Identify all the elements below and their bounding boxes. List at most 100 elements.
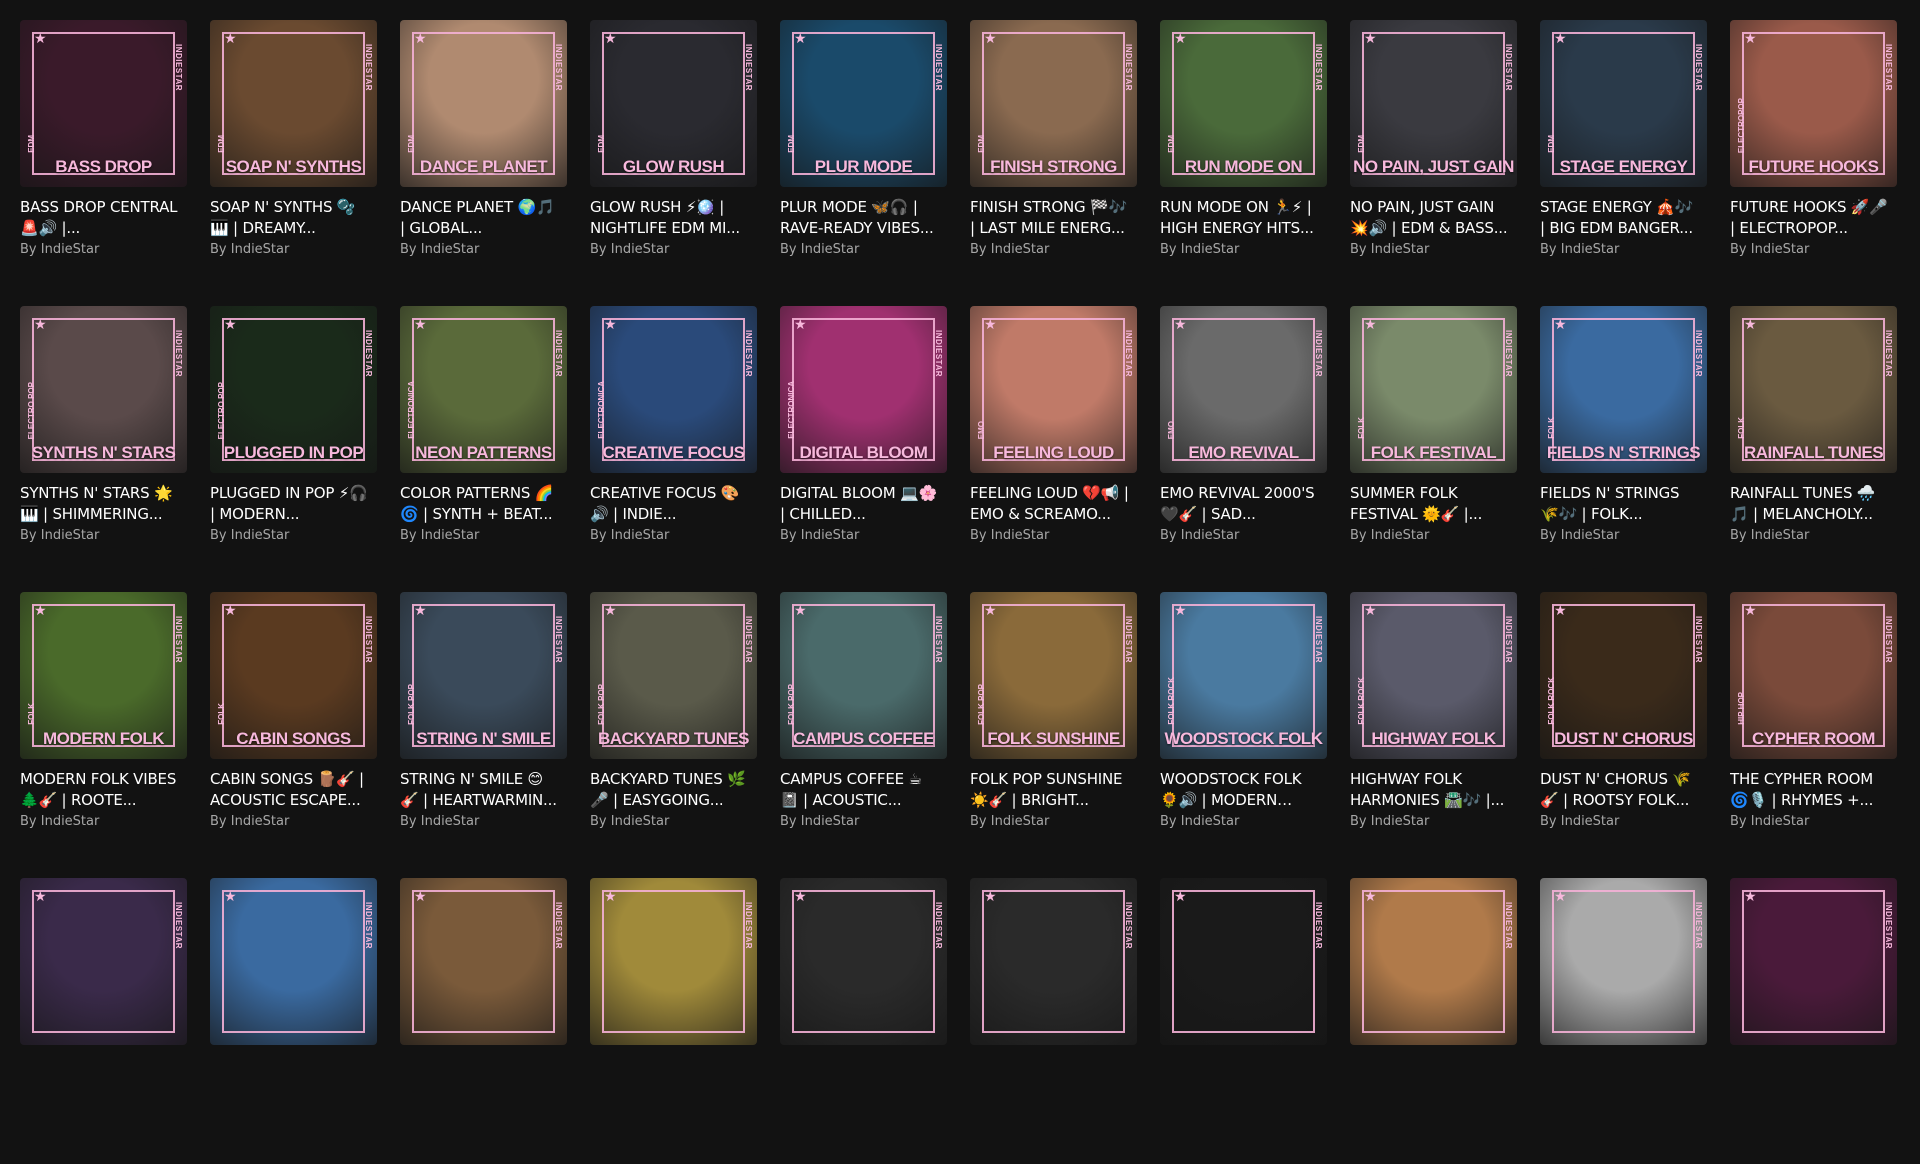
playlist-cover-image[interactable]: ★ INDIESTAR FOLK FIELDS N' STRINGS [1540,306,1707,473]
playlist-cover-image[interactable]: ★ INDIESTAR EDM BASS DROP [20,20,187,187]
playlist-author[interactable]: By IndieStar [1160,527,1327,545]
playlist-title[interactable] [1160,1055,1320,1097]
playlist-title[interactable]: BACKYARD TUNES 🌿🎤 | EASYGOING... [590,769,750,811]
playlist-author[interactable]: By IndieStar [1350,813,1517,831]
playlist-title[interactable]: DANCE PLANET 🌍🎵 | GLOBAL... [400,197,560,239]
playlist-title[interactable]: DUST N' CHORUS 🌾🎸 | ROOTSY FOLK... [1540,769,1700,811]
playlist-card[interactable]: ★ INDIESTAR FOLK FOLK FESTIVAL SUMMER FO… [1350,306,1517,592]
playlist-card[interactable]: ★ INDIESTAR EMO FEELING LOUD FEELING LOU… [970,306,1137,592]
playlist-cover-image[interactable]: ★ INDIESTAR EDM GLOW RUSH [590,20,757,187]
playlist-card[interactable]: ★ INDIESTAR [780,878,947,1164]
playlist-cover-image[interactable]: ★ INDIESTAR EDM PLUR MODE [780,20,947,187]
playlist-card[interactable]: ★ INDIESTAR FOLK ROCK WOODSTOCK FOLK WOO… [1160,592,1327,878]
playlist-cover-image[interactable]: ★ INDIESTAR [20,878,187,1045]
playlist-card[interactable]: ★ INDIESTAR EDM SOAP N' SYNTHS SOAP N' S… [210,20,377,306]
playlist-card[interactable]: ★ INDIESTAR FOLK ROCK HIGHWAY FOLK HIGHW… [1350,592,1517,878]
playlist-card[interactable]: ★ INDIESTAR ELECTRONICA DIGITAL BLOOM DI… [780,306,947,592]
playlist-card[interactable]: ★ INDIESTAR EDM RUN MODE ON RUN MODE ON … [1160,20,1327,306]
playlist-title[interactable] [1540,1055,1700,1097]
playlist-title[interactable]: PLUR MODE 🦋🎧 | RAVE-READY VIBES... [780,197,940,239]
playlist-card[interactable]: ★ INDIESTAR ELECTRO POP SYNTHS N' STARS … [20,306,187,592]
playlist-title[interactable] [590,1055,750,1097]
playlist-author[interactable]: By IndieStar [780,527,947,545]
playlist-author[interactable]: By IndieStar [590,527,757,545]
playlist-card[interactable]: ★ INDIESTAR EDM DANCE PLANET DANCE PLANE… [400,20,567,306]
playlist-cover-image[interactable]: ★ INDIESTAR EDM STAGE ENERGY [1540,20,1707,187]
playlist-cover-image[interactable]: ★ INDIESTAR EMO FEELING LOUD [970,306,1137,473]
playlist-title[interactable]: FEELING LOUD 💔📢 | EMO & SCREAMO... [970,483,1130,525]
playlist-title[interactable]: EMO REVIVAL 2000'S 🖤🎸 | SAD... [1160,483,1320,525]
playlist-author[interactable]: By IndieStar [1540,527,1707,545]
playlist-card[interactable]: ★ INDIESTAR EDM FINISH STRONG FINISH STR… [970,20,1137,306]
playlist-author[interactable]: By IndieStar [1730,813,1897,831]
playlist-author[interactable]: By IndieStar [1540,813,1707,831]
playlist-cover-image[interactable]: ★ INDIESTAR EDM FINISH STRONG [970,20,1137,187]
playlist-card[interactable]: ★ INDIESTAR EMO EMO REVIVAL EMO REVIVAL … [1160,306,1327,592]
playlist-title[interactable]: FIELDS N' STRINGS 🌾🎶 | FOLK... [1540,483,1700,525]
playlist-title[interactable]: SOAP N' SYNTHS 🫧🎹 | DREAMY... [210,197,370,239]
playlist-card[interactable]: ★ INDIESTAR EDM NO PAIN, JUST GAIN NO PA… [1350,20,1517,306]
playlist-author[interactable]: By IndieStar [780,813,947,831]
playlist-cover-image[interactable]: ★ INDIESTAR ELECTRONICA NEON PATTERNS [400,306,567,473]
playlist-cover-image[interactable]: ★ INDIESTAR FOLK CABIN SONGS [210,592,377,759]
playlist-author[interactable]: By IndieStar [20,527,187,545]
playlist-cover-image[interactable]: ★ INDIESTAR ELECTRONICA DIGITAL BLOOM [780,306,947,473]
playlist-card[interactable]: ★ INDIESTAR FOLK CABIN SONGS CABIN SONGS… [210,592,377,878]
playlist-cover-image[interactable]: ★ INDIESTAR ELECTRONICA CREATIVE FOCUS [590,306,757,473]
playlist-author[interactable]: By IndieStar [210,813,377,831]
playlist-author[interactable]: By IndieStar [1730,241,1897,259]
playlist-card[interactable]: ★ INDIESTAR [970,878,1137,1164]
playlist-author[interactable]: By IndieStar [1160,813,1327,831]
playlist-cover-image[interactable]: ★ INDIESTAR FOLK POP FOLK SUNSHINE [970,592,1137,759]
playlist-cover-image[interactable]: ★ INDIESTAR EDM NO PAIN, JUST GAIN [1350,20,1517,187]
playlist-cover-image[interactable]: ★ INDIESTAR FOLK RAINFALL TUNES [1730,306,1897,473]
playlist-card[interactable]: ★ INDIESTAR EDM GLOW RUSH GLOW RUSH ⚡🪩 |… [590,20,757,306]
playlist-card[interactable]: ★ INDIESTAR [400,878,567,1164]
playlist-cover-image[interactable]: ★ INDIESTAR [590,878,757,1045]
playlist-title[interactable]: THE CYPHER ROOM 🌀🎙️ | RHYMES +... [1730,769,1890,811]
playlist-cover-image[interactable]: ★ INDIESTAR FOLK ROCK HIGHWAY FOLK [1350,592,1517,759]
playlist-cover-image[interactable]: ★ INDIESTAR [1350,878,1517,1045]
playlist-cover-image[interactable]: ★ INDIESTAR FOLK ROCK DUST N' CHORUS [1540,592,1707,759]
playlist-title[interactable] [1350,1055,1510,1097]
playlist-cover-image[interactable]: ★ INDIESTAR FOLK MODERN FOLK [20,592,187,759]
playlist-cover-image[interactable]: ★ INDIESTAR EDM DANCE PLANET [400,20,567,187]
playlist-title[interactable] [1730,1055,1890,1097]
playlist-cover-image[interactable]: ★ INDIESTAR [210,878,377,1045]
playlist-title[interactable] [210,1055,370,1097]
playlist-card[interactable]: ★ INDIESTAR [590,878,757,1164]
playlist-cover-image[interactable]: ★ INDIESTAR [1540,878,1707,1045]
playlist-title[interactable]: FOLK POP SUNSHINE ☀️🎸 | BRIGHT... [970,769,1130,811]
playlist-title[interactable]: HIGHWAY FOLK HARMONIES 🛣️🎶 |... [1350,769,1510,811]
playlist-title[interactable]: RUN MODE ON 🏃⚡ | HIGH ENERGY HITS... [1160,197,1320,239]
playlist-card[interactable]: ★ INDIESTAR [20,878,187,1164]
playlist-title[interactable]: STAGE ENERGY 🎪🎶 | BIG EDM BANGER... [1540,197,1700,239]
playlist-author[interactable]: By IndieStar [970,813,1137,831]
playlist-cover-image[interactable]: ★ INDIESTAR FOLK POP STRING N' SMILE [400,592,567,759]
playlist-card[interactable]: ★ INDIESTAR FOLK ROCK DUST N' CHORUS DUS… [1540,592,1707,878]
playlist-card[interactable]: ★ INDIESTAR FOLK RAINFALL TUNES RAINFALL… [1730,306,1897,592]
playlist-title[interactable]: NO PAIN, JUST GAIN 💥🔊 | EDM & BASS... [1350,197,1510,239]
playlist-cover-image[interactable]: ★ INDIESTAR EMO EMO REVIVAL [1160,306,1327,473]
playlist-card[interactable]: ★ INDIESTAR ELECTROPOP FUTURE HOOKS FUTU… [1730,20,1897,306]
playlist-author[interactable]: By IndieStar [400,241,567,259]
playlist-title[interactable] [400,1055,560,1097]
playlist-card[interactable]: ★ INDIESTAR EDM PLUR MODE PLUR MODE 🦋🎧 |… [780,20,947,306]
playlist-author[interactable]: By IndieStar [1160,241,1327,259]
playlist-title[interactable]: FINISH STRONG 🏁🎶 | LAST MILE ENERG... [970,197,1130,239]
playlist-cover-image[interactable]: ★ INDIESTAR ELECTROPOP FUTURE HOOKS [1730,20,1897,187]
playlist-title[interactable]: CREATIVE FOCUS 🎨🔊 | INDIE... [590,483,750,525]
playlist-title[interactable]: BASS DROP CENTRAL 🚨🔊 |... [20,197,180,239]
playlist-title[interactable]: STRING N' SMILE 😊🎸 | HEARTWARMIN... [400,769,560,811]
playlist-title[interactable]: RAINFALL TUNES 🌧️🎵 | MELANCHOLY... [1730,483,1890,525]
playlist-card[interactable]: ★ INDIESTAR ELECTRONICA CREATIVE FOCUS C… [590,306,757,592]
playlist-title[interactable] [20,1055,180,1097]
playlist-author[interactable]: By IndieStar [210,241,377,259]
playlist-card[interactable]: ★ INDIESTAR [1730,878,1897,1164]
playlist-cover-image[interactable]: ★ INDIESTAR FOLK POP CAMPUS COFFEE [780,592,947,759]
playlist-author[interactable]: By IndieStar [970,241,1137,259]
playlist-title[interactable]: GLOW RUSH ⚡🪩 | NIGHTLIFE EDM MI... [590,197,750,239]
playlist-author[interactable]: By IndieStar [1350,241,1517,259]
playlist-author[interactable]: By IndieStar [1540,241,1707,259]
playlist-cover-image[interactable]: ★ INDIESTAR EDM SOAP N' SYNTHS [210,20,377,187]
